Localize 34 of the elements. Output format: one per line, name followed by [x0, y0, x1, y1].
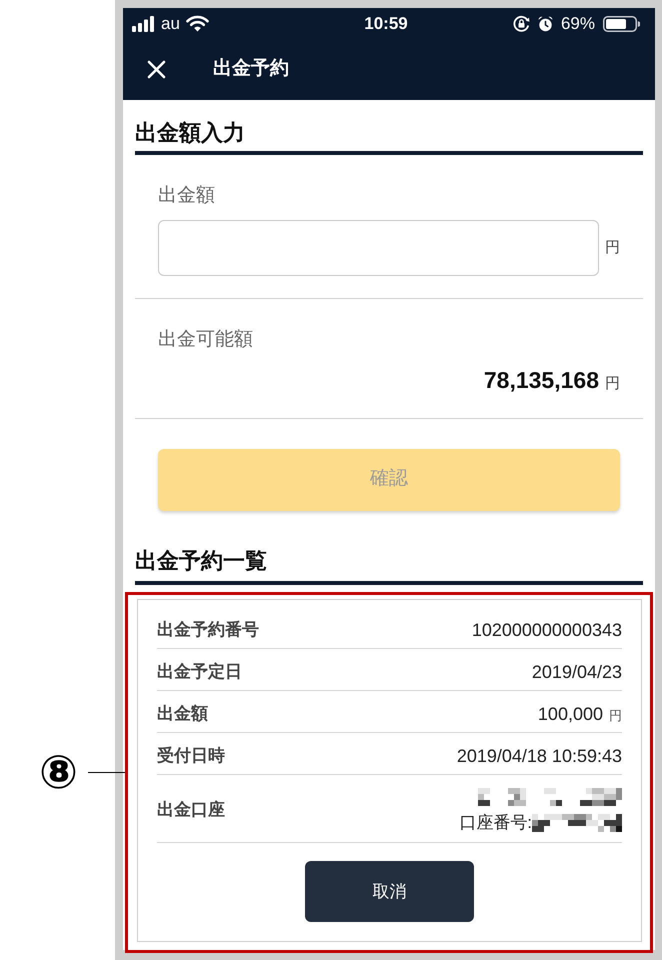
- account-number-label: 口座番号:: [459, 812, 532, 834]
- signal-bars-icon: [132, 16, 155, 32]
- row-value: 102000000000343: [472, 618, 622, 640]
- callout-number: ⑧: [39, 749, 78, 796]
- battery-icon: [603, 16, 640, 32]
- row-value: 2019/04/23: [532, 660, 622, 682]
- wifi-icon: [186, 15, 209, 32]
- clock-time: 10:59: [364, 15, 408, 32]
- field-label: 出金可能額: [158, 328, 254, 352]
- row-label: 受付日時: [157, 745, 225, 767]
- battery-percent: 69%: [560, 15, 595, 32]
- unit-label: 円: [609, 706, 622, 724]
- pixelated-mosaic-icon: [532, 814, 622, 832]
- alarm-clock-icon: [538, 16, 553, 32]
- amount-input-field[interactable]: [158, 220, 599, 276]
- row-label: 出金額: [157, 702, 208, 725]
- carrier-name: au: [161, 15, 180, 32]
- unit-label: 円: [605, 374, 620, 394]
- row-label: 出金予約番号: [157, 618, 259, 640]
- field-label: 出金額: [158, 184, 216, 208]
- close-icon[interactable]: [147, 60, 166, 79]
- screen-title: 出金予約: [213, 57, 289, 82]
- section-heading: 出金額入力: [135, 100, 643, 155]
- row-value: 100,000: [538, 702, 603, 724]
- row-label: 出金口座: [157, 799, 225, 821]
- available-amount: 78,135,168: [484, 366, 599, 395]
- leader-line: [88, 772, 125, 773]
- pixelated-mosaic-icon: [478, 788, 622, 806]
- cancel-button[interactable]: 取消: [305, 861, 474, 922]
- section-heading: 出金予約一覧: [135, 546, 643, 584]
- rotation-lock-icon: [512, 15, 530, 32]
- unit-label: 円: [605, 238, 620, 258]
- row-value: 2019/04/18 10:59:43: [456, 745, 622, 767]
- row-label: 出金予定日: [157, 660, 242, 682]
